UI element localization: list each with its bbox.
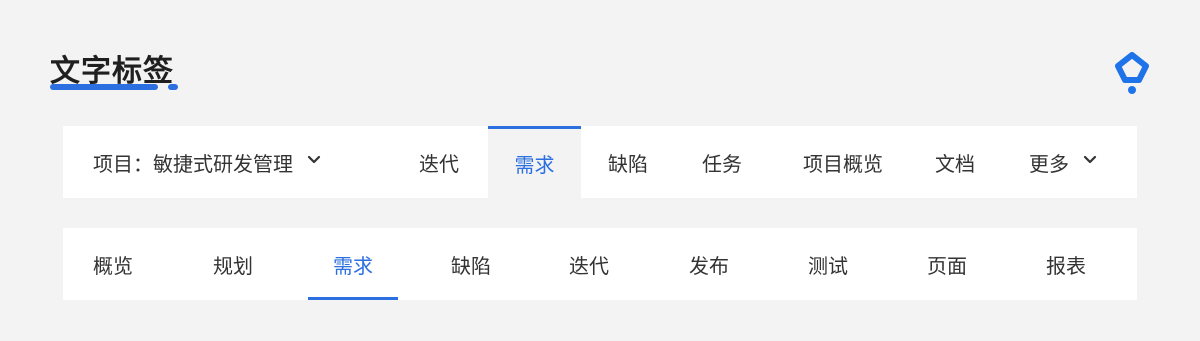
sub-tab-label: 页面 — [927, 253, 967, 278]
project-nav-bar: 项目：敏捷式研发管理 迭代 需求 缺陷 任务 项目概览 文档 更多 — [63, 126, 1137, 198]
brand-logo-icon — [1112, 52, 1152, 96]
sub-tab-testing[interactable]: 测试 — [790, 228, 866, 300]
sub-tab-label: 概览 — [93, 253, 133, 278]
nav-tab-requirement[interactable]: 需求 — [488, 126, 581, 198]
nav-tab-defect[interactable]: 缺陷 — [587, 126, 669, 198]
nav-tab-docs[interactable]: 文档 — [915, 126, 995, 198]
nav-tab-label: 任务 — [702, 151, 742, 176]
nav-tab-iteration[interactable]: 迭代 — [398, 126, 480, 198]
sub-tab-pages[interactable]: 页面 — [909, 228, 985, 300]
sub-tab-label: 迭代 — [569, 253, 609, 278]
sub-tab-requirement[interactable]: 需求 — [315, 228, 391, 300]
chevron-down-icon — [307, 153, 321, 167]
nav-more-menu[interactable]: 更多 — [1013, 126, 1113, 198]
title-underline-dot — [168, 84, 178, 90]
nav-tab-label: 项目概览 — [803, 151, 883, 176]
sub-tab-defect[interactable]: 缺陷 — [433, 228, 509, 300]
active-tab-indicator — [308, 297, 398, 300]
sub-tab-label: 规划 — [213, 253, 253, 278]
nav-tab-project-overview[interactable]: 项目概览 — [779, 126, 907, 198]
sub-tab-label: 缺陷 — [451, 253, 491, 278]
nav-more-label: 更多 — [1029, 151, 1069, 176]
project-selector[interactable]: 项目：敏捷式研发管理 — [93, 126, 321, 198]
chevron-down-icon — [1083, 153, 1097, 167]
nav-tab-label: 需求 — [514, 153, 555, 177]
sub-tab-release[interactable]: 发布 — [671, 228, 747, 300]
sub-tab-label: 需求 — [333, 253, 373, 278]
sub-nav-bar: 概览 规划 需求 缺陷 迭代 发布 测试 页面 报表 — [63, 228, 1137, 300]
project-selector-label: 项目：敏捷式研发管理 — [93, 151, 293, 176]
sub-tab-reports[interactable]: 报表 — [1028, 228, 1104, 300]
sub-tab-label: 测试 — [808, 253, 848, 278]
sub-tab-label: 报表 — [1046, 253, 1086, 278]
title-underline — [50, 84, 158, 90]
nav-tab-label: 文档 — [935, 151, 975, 176]
sub-tab-overview[interactable]: 概览 — [75, 228, 151, 300]
sub-tab-label: 发布 — [689, 253, 729, 278]
nav-tab-task[interactable]: 任务 — [681, 126, 763, 198]
sub-tab-planning[interactable]: 规划 — [195, 228, 271, 300]
nav-tab-label: 迭代 — [419, 151, 459, 176]
nav-tab-label: 缺陷 — [608, 151, 648, 176]
sub-tab-iteration[interactable]: 迭代 — [551, 228, 627, 300]
